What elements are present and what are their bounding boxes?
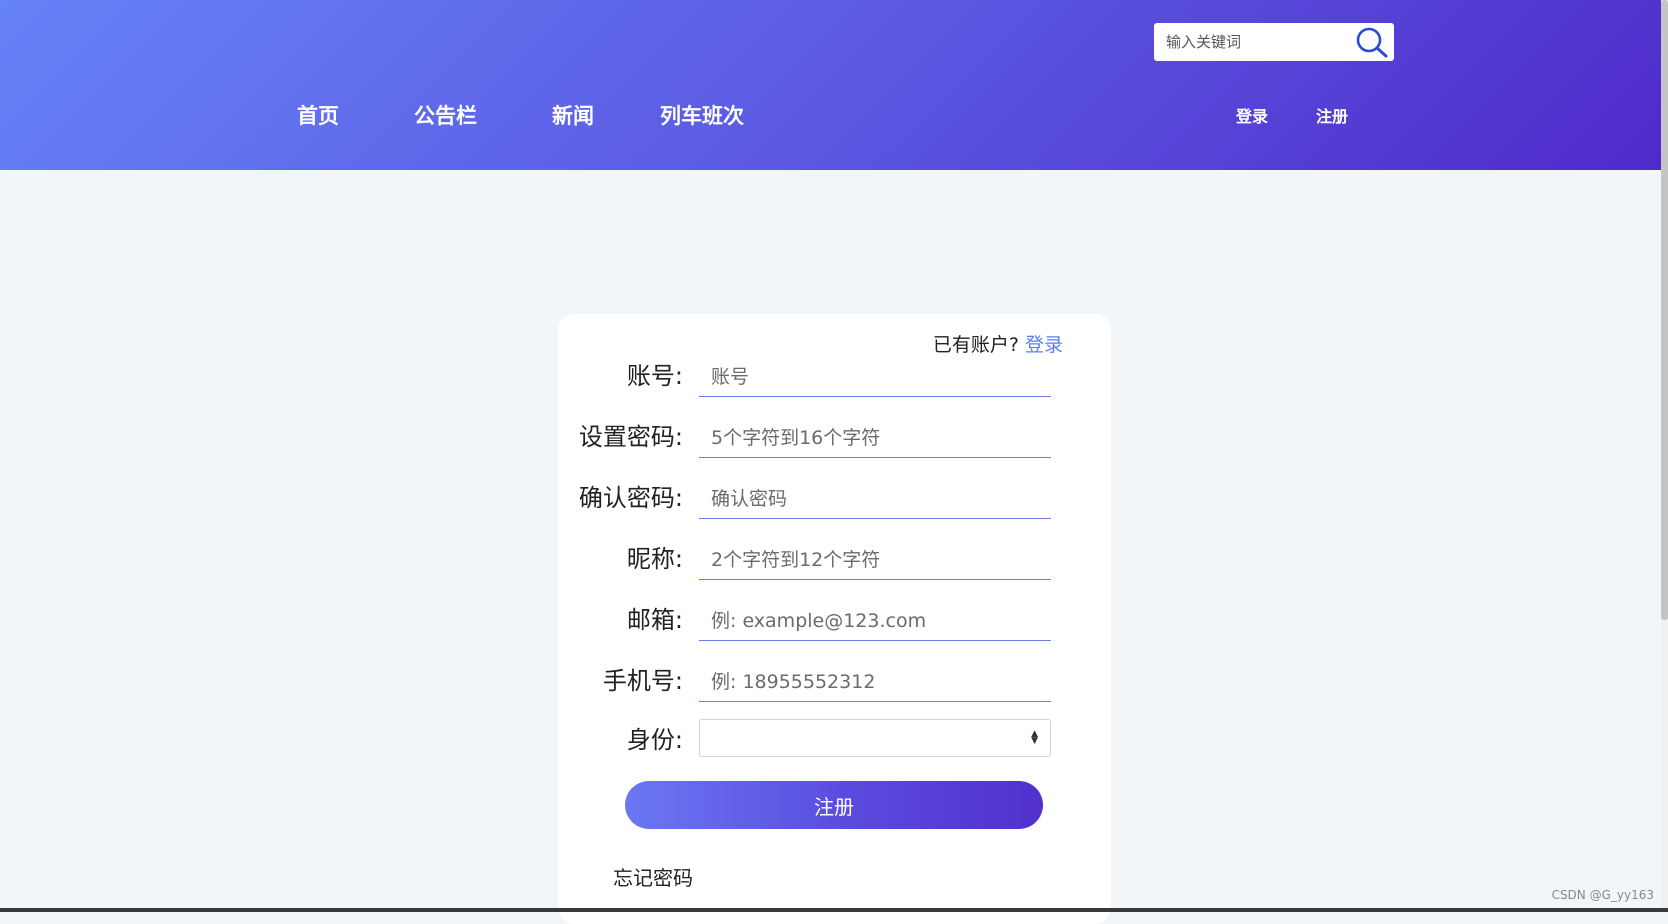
phone-label: 手机号: <box>602 667 683 695</box>
nickname-input[interactable] <box>699 540 1051 580</box>
account-input[interactable] <box>699 357 1051 397</box>
account-label: 账号: <box>626 362 683 390</box>
nickname-label: 昵称: <box>626 545 683 573</box>
identity-label: 身份: <box>626 726 683 754</box>
confirm-password-label: 确认密码: <box>578 484 683 512</box>
taskbar-strip <box>0 908 1668 912</box>
search-button[interactable] <box>1354 25 1390 59</box>
forgot-password-link[interactable]: 忘记密码 <box>613 862 693 891</box>
nav-train-schedule[interactable]: 列车班次 <box>660 100 744 130</box>
nav-bulletin[interactable]: 公告栏 <box>414 100 477 130</box>
email-label: 邮箱: <box>626 606 683 634</box>
nav-home[interactable]: 首页 <box>297 100 339 130</box>
search-icon <box>1356 27 1388 58</box>
password-label: 设置密码: <box>578 423 683 451</box>
header-login-link[interactable]: 登录 <box>1236 103 1268 127</box>
identity-select[interactable]: ▲ ▼ <box>699 719 1051 757</box>
nav-news[interactable]: 新闻 <box>552 100 594 130</box>
phone-input[interactable] <box>699 662 1051 702</box>
header-register-link[interactable]: 注册 <box>1316 103 1348 127</box>
search-box <box>1154 23 1394 61</box>
password-input[interactable] <box>699 418 1051 458</box>
confirm-password-input[interactable] <box>699 479 1051 519</box>
search-input[interactable] <box>1162 27 1350 57</box>
select-updown-icon: ▲ ▼ <box>1031 729 1038 746</box>
have-account-prompt: 已有账户? 登录 <box>933 330 1063 357</box>
email-input[interactable] <box>699 601 1051 641</box>
login-link[interactable]: 登录 <box>1025 334 1063 356</box>
register-submit-button[interactable]: 注册 <box>625 781 1043 829</box>
register-card: 已有账户? 登录 账号: 设置密码: 确认密码: 昵称: 邮箱: 手机号: 身份:… <box>558 314 1111 924</box>
top-header: 首页 公告栏 新闻 列车班次 登录 注册 <box>0 0 1661 170</box>
scrollbar-thumb[interactable] <box>1661 0 1668 620</box>
have-account-text: 已有账户? <box>932 334 1019 356</box>
watermark: CSDN @G_yy163 <box>1551 888 1654 902</box>
